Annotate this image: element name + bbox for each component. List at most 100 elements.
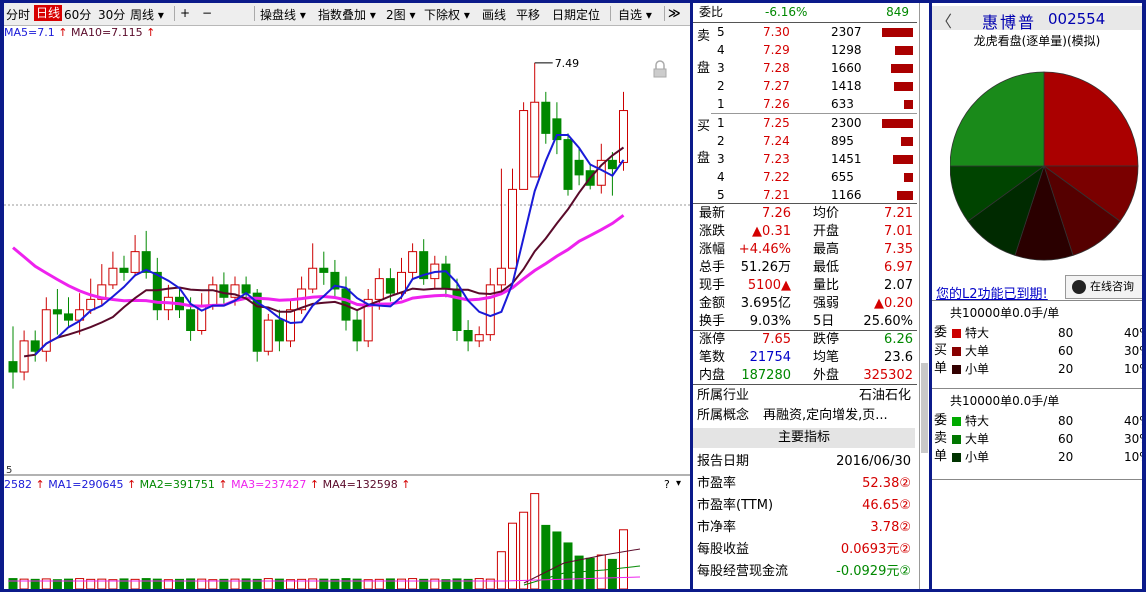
stat-value: 187280 (741, 368, 791, 383)
buy-level-2[interactable]: 2 7.24 895 (693, 132, 917, 150)
online-consult-label: 在线咨询 (1090, 280, 1134, 293)
help-icon[interactable]: ? (664, 478, 670, 491)
quote-panel: 委比 -6.16% 849 卖盘 买盘 5 7.30 2307 4 7.29 1298 3 7… (693, 3, 917, 589)
stat-label: 金额 (699, 296, 726, 311)
stat-label: 均笔 (813, 350, 840, 365)
order-pct: 40% (1124, 414, 1142, 428)
weibi-count: 849 (886, 5, 909, 19)
zoom-out-button[interactable]: − (202, 6, 212, 20)
volume-bar (882, 28, 913, 37)
stock-title-bar: 〈 惠博普 002554 (932, 6, 1142, 32)
level-volume: 633 (831, 97, 854, 111)
stat-row: 金额 3.695亿 强弱 ▲0.20 (693, 295, 917, 313)
pan-button[interactable]: 平移 (516, 6, 540, 23)
stat-label: 跌停 (813, 332, 840, 347)
stat-value: 5100▲ (747, 278, 791, 293)
order-pct: 40% (1124, 326, 1142, 340)
order-pct: 10% (1124, 362, 1142, 376)
stat-value: 7.01 (884, 224, 913, 239)
candle-body (286, 309, 295, 342)
dragon-tiger-subtitle: 龙虎看盘(逐单量)(模拟) (973, 34, 1101, 48)
level-price: 7.25 (763, 116, 790, 130)
settings-dropdown-icon[interactable]: ▾ (676, 478, 681, 489)
volume-bar (496, 551, 506, 589)
industry-label: 所属行业 (697, 388, 750, 403)
stat-label: 开盘 (813, 224, 840, 239)
watchlist-menu[interactable]: 自选 ▾ (618, 6, 652, 23)
tab-daily[interactable]: 日线 (34, 5, 63, 21)
lock-icon-shackle (655, 60, 665, 69)
app-window: 分时 日线 60分 30分 周线 ▾ + − 操盘线 ▾ 指数叠加 ▾ 2图 ▾ 下除权 ▾ 画线 平移… (4, 3, 1142, 589)
indicator-value: 52.38② (862, 476, 911, 491)
candle-body (319, 267, 329, 273)
stat-value: 25.60% (863, 314, 913, 329)
level-volume: 2300 (831, 116, 862, 130)
divider (932, 479, 1142, 480)
concept-value[interactable]: 再融资,定向增发,页... (763, 407, 888, 425)
level-number: 3 (717, 152, 725, 166)
order-size-label: 大单 (965, 432, 990, 446)
level-number: 2 (717, 134, 725, 148)
volume-bar (519, 511, 529, 589)
candle-body (408, 251, 418, 273)
lock-icon[interactable] (653, 68, 667, 78)
sell-level-2[interactable]: 2 7.27 1418 (693, 77, 917, 95)
order-size-label: 特大 (965, 414, 990, 428)
stat-row: 换手 9.03% 5日 25.60% (693, 313, 917, 331)
tab-fenshi[interactable]: 分时 (6, 6, 30, 23)
weibi-row: 委比 -6.16% 849 (693, 3, 917, 21)
tab-30min[interactable]: 30分 (98, 6, 125, 23)
weibi-value: -6.16% (765, 5, 808, 19)
volume-bar (186, 578, 196, 589)
stat-value: 7.21 (884, 206, 913, 221)
weibi-label: 委比 (699, 5, 724, 19)
zoom-in-button[interactable]: + (180, 6, 190, 20)
candle-body (30, 340, 40, 352)
stat-label: 最低 (813, 260, 840, 275)
indicator-value: 46.65② (862, 498, 911, 513)
back-icon[interactable]: 〈 (936, 8, 952, 32)
buy-level-4[interactable]: 4 7.22 655 (693, 168, 917, 186)
stat-label: 均价 (813, 206, 840, 221)
candle-body (574, 159, 584, 176)
candle-body (208, 284, 218, 307)
scrollbar-thumb[interactable] (921, 363, 928, 453)
two-chart-menu[interactable]: 2图 ▾ (386, 6, 415, 23)
buy-level-1[interactable]: 1 7.25 2300 (693, 114, 917, 132)
buy-level-3[interactable]: 3 7.23 1451 (693, 150, 917, 168)
sell-level-3[interactable]: 3 7.28 1660 (693, 59, 917, 77)
collapse-panel-button[interactable]: ≫ (668, 6, 681, 20)
sell-level-1[interactable]: 1 7.26 633 (693, 95, 917, 113)
online-consult-button[interactable]: 在线咨询 (1065, 275, 1142, 299)
legend-swatch (952, 329, 961, 338)
index-overlay-menu[interactable]: 指数叠加 ▾ (318, 6, 376, 23)
operate-line-menu[interactable]: 操盘线 ▾ (260, 6, 306, 23)
indicator-row: 市净率 3.78② (693, 517, 917, 539)
volume-bar (901, 137, 913, 146)
kline-chart[interactable]: 7.49 5 (4, 25, 690, 589)
industry-value[interactable]: 石油石化 (859, 387, 911, 405)
stock-code: 002554 (1048, 10, 1106, 28)
tab-weekly[interactable]: 周线 ▾ (130, 6, 164, 23)
buy-level-5[interactable]: 5 7.21 1166 (693, 186, 917, 204)
chart-toolbar: 分时 日线 60分 30分 周线 ▾ + − 操盘线 ▾ 指数叠加 ▾ 2图 ▾ 下除权 ▾ 画线 平移… (4, 3, 690, 26)
level-number: 4 (717, 43, 725, 57)
stat-value: 7.35 (884, 242, 913, 257)
candle-body (508, 188, 517, 269)
tab-60min[interactable]: 60分 (64, 6, 91, 23)
date-locate-button[interactable]: 日期定位 (552, 6, 600, 23)
sell-level-5[interactable]: 5 7.30 2307 (693, 23, 917, 41)
stat-label: 强弱 (813, 296, 840, 311)
volume-bar (596, 554, 606, 589)
candle-body (352, 319, 362, 342)
order-size-label: 小单 (965, 450, 990, 464)
level-number: 4 (717, 170, 725, 184)
sell-level-4[interactable]: 4 7.29 1298 (693, 41, 917, 59)
candle-body (274, 319, 284, 342)
stat-label: 外盘 (813, 368, 840, 383)
ex-rights-menu[interactable]: 下除权 ▾ (424, 6, 470, 23)
indicators-title[interactable]: 主要指标 (693, 428, 915, 448)
stat-label: 最新 (699, 206, 726, 221)
draw-line-button[interactable]: 画线 (482, 6, 506, 23)
level-price: 7.28 (763, 61, 790, 75)
